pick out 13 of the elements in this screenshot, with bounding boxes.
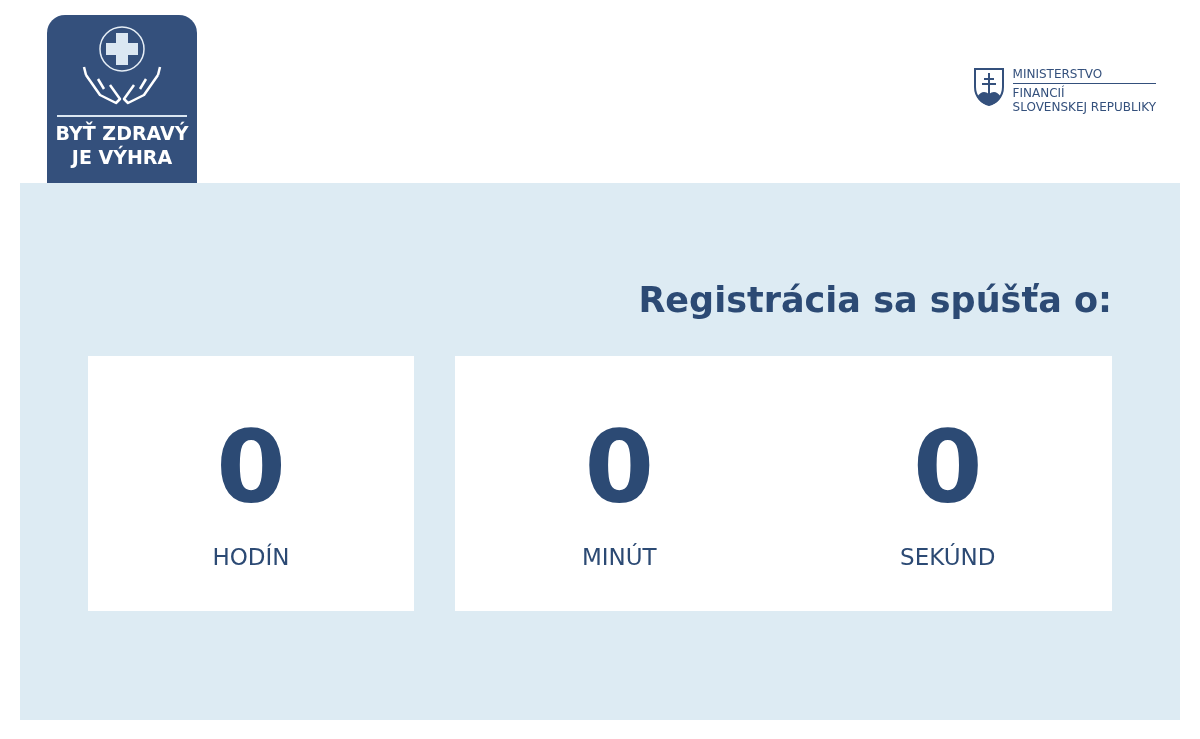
countdown-unit: HODÍN [212, 542, 290, 572]
countdown-value: 0 [584, 408, 655, 528]
countdown-heading: Registrácia sa spúšťa o: [638, 279, 1112, 322]
logo-text: BYŤ ZDRAVÝ [55, 121, 189, 145]
countdown-value: 0 [216, 408, 286, 528]
logo-text: JE VÝHRA [71, 145, 173, 169]
countdown-unit: MINÚT [581, 542, 657, 572]
ministry-name: SLOVENSKEJ REPUBLIKY [1012, 100, 1156, 114]
ministry-title: MINISTERSTVO [1012, 67, 1156, 84]
ministry-name: FINANCIÍ [1012, 86, 1066, 100]
countdown-value: 0 [912, 408, 983, 528]
coat-of-arms-icon [972, 67, 1005, 107]
countdown-unit: SEKÚND [900, 542, 996, 572]
